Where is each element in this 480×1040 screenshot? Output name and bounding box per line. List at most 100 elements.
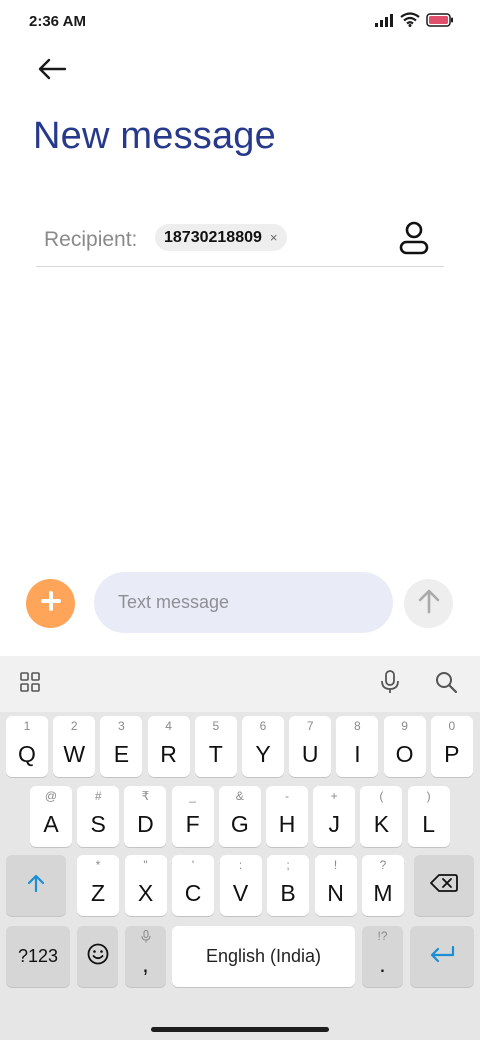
key-l[interactable]: ) L [407, 786, 450, 847]
key-hint: - [285, 789, 289, 803]
symbols-key-label: ?123 [17, 946, 59, 966]
recipient-field[interactable]: Recipient: 18730218809 × [36, 214, 444, 267]
key-hint: ? [379, 858, 387, 872]
key-r[interactable]: 4R [147, 716, 190, 777]
grid-menu-button[interactable] [16, 670, 44, 698]
space-key-label: English (India) [205, 946, 322, 966]
enter-key[interactable] [410, 926, 474, 987]
key-v[interactable]: :V [219, 855, 262, 916]
key-b[interactable]: ; B [267, 855, 309, 916]
voice-input-button[interactable] [376, 669, 404, 699]
key-o[interactable]: 9O [383, 716, 426, 777]
key-label: H [278, 811, 296, 837]
key-n[interactable]: ! N [314, 855, 357, 916]
comma-key[interactable]: , [125, 926, 166, 987]
page-title: New message [33, 115, 276, 157]
key-label: W [63, 741, 86, 767]
key-q[interactable]: 1Q [6, 716, 48, 777]
mic-icon [125, 930, 166, 948]
key-hint: " [143, 858, 148, 872]
period-key-hint: !? [377, 929, 388, 943]
key-k[interactable]: (K [360, 786, 403, 847]
key-label: P [444, 741, 460, 767]
send-button[interactable] [404, 579, 453, 628]
key-label: M [373, 880, 393, 906]
contacts-button[interactable] [398, 220, 430, 256]
key-z[interactable]: * Z [77, 855, 119, 916]
enter-icon [429, 945, 455, 968]
comma-key-label: , [142, 951, 149, 977]
key-g[interactable]: & G [218, 786, 261, 847]
key-hint: _ [189, 789, 196, 803]
emoji-icon [87, 943, 109, 970]
key-i[interactable]: 8I [336, 716, 379, 777]
emoji-key[interactable] [77, 926, 118, 987]
key-hint: 5 [212, 719, 220, 733]
attach-button[interactable] [26, 579, 75, 628]
key-p[interactable]: 0P [430, 716, 473, 777]
period-key-label: . [379, 951, 386, 977]
key-d[interactable]: ₹ D [124, 786, 167, 847]
key-a[interactable]: @ A [30, 786, 72, 847]
space-key[interactable]: English (India) [172, 926, 355, 987]
key-label: O [395, 741, 414, 767]
key-j[interactable]: + J [313, 786, 356, 847]
mic-icon [380, 669, 400, 699]
backspace-icon [430, 873, 458, 898]
recipient-chip-number: 18730218809 [164, 228, 262, 246]
text-message-input[interactable] [94, 572, 393, 633]
chip-remove-icon[interactable]: × [270, 230, 278, 245]
compose-bar [0, 570, 480, 636]
key-label: T [208, 741, 223, 767]
key-hint: ! [333, 858, 338, 872]
period-key[interactable]: !? . [362, 926, 403, 987]
recipient-chip[interactable]: 18730218809 × [155, 224, 288, 251]
home-indicator[interactable] [151, 1027, 329, 1032]
wifi-icon [400, 12, 420, 32]
back-button[interactable] [34, 56, 70, 86]
key-hint: ; [286, 858, 290, 872]
key-label: A [43, 811, 59, 837]
symbols-key[interactable]: ?123 [6, 926, 70, 987]
key-f[interactable]: _ F [171, 786, 214, 847]
shift-arrow-icon [27, 873, 45, 898]
keyboard-search-button[interactable] [432, 670, 460, 698]
key-label: N [327, 880, 344, 906]
battery-icon [426, 12, 454, 32]
key-label: E [113, 741, 130, 767]
key-e[interactable]: 3E [100, 716, 143, 777]
key-h[interactable]: -H [266, 786, 308, 847]
key-hint: & [235, 789, 244, 803]
key-s[interactable]: # S [77, 786, 120, 847]
key-t[interactable]: 5T [194, 716, 237, 777]
status-bar: 2:36 AM [0, 0, 480, 44]
key-u[interactable]: 7U [289, 716, 332, 777]
key-label: B [280, 880, 296, 906]
grid-icon [20, 671, 40, 697]
key-hint: 1 [23, 719, 31, 733]
key-label: U [301, 741, 319, 767]
backspace-key[interactable] [414, 855, 474, 916]
keyboard: 1Q2W3E4R5T6Y7U8I9O0P @ A # S ₹ D _ F & G - H + J(K) L … [0, 656, 480, 1040]
key-label: F [185, 811, 200, 837]
key-hint: 3 [118, 719, 125, 733]
key-label: C [184, 880, 202, 906]
key-w[interactable]: 2W [53, 716, 96, 777]
status-icons [374, 12, 454, 32]
key-hint: 9 [401, 719, 408, 733]
plus-icon [40, 590, 62, 617]
key-c[interactable]: ' C [172, 855, 214, 916]
key-hint: 4 [165, 719, 172, 733]
key-hint: 7 [306, 719, 314, 733]
key-hint: 2 [70, 719, 78, 733]
key-label: G [230, 811, 249, 837]
key-x[interactable]: " X [124, 855, 167, 916]
key-label: S [90, 811, 106, 837]
key-label: X [137, 880, 154, 906]
shift-key[interactable] [6, 855, 66, 916]
key-m[interactable]: ? M [362, 855, 404, 916]
key-y[interactable]: 6Y [242, 716, 284, 777]
key-label: J [328, 811, 340, 837]
key-hint: : [238, 858, 243, 872]
key-label: Y [255, 741, 271, 767]
